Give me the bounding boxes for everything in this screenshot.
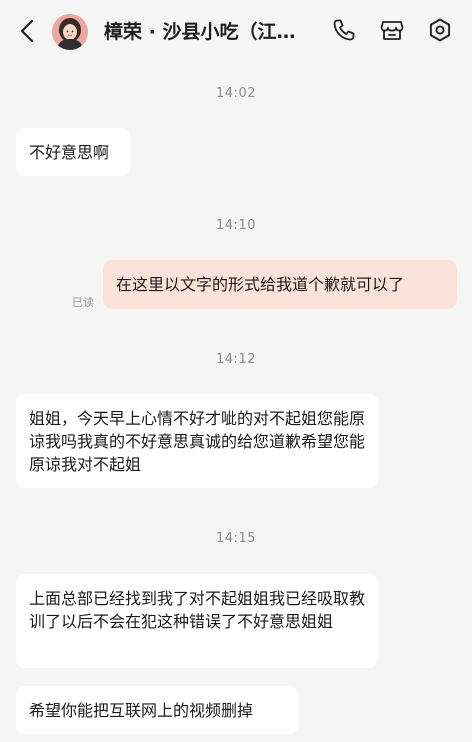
timestamp: 14:10: [216, 218, 256, 233]
message-bubble-received[interactable]: 希望你能把互联网上的视频删掉: [16, 686, 298, 734]
gear-icon: [427, 17, 453, 47]
message-bubble-received[interactable]: 不好意思啊: [16, 128, 130, 176]
avatar[interactable]: [52, 14, 88, 50]
message-text: 不好意思啊: [29, 143, 110, 162]
message-bubble-received[interactable]: 上面总部已经找到我了对不起姐姐我已经吸取教训了以后不会在犯这种错误了不好意思姐姐: [16, 574, 378, 668]
message-text: 姐姐，今天早上心情不好才呲的对不起姐您能原谅我吗我真的不好意思真诚的给您道歉希望…: [29, 409, 366, 474]
shop-name[interactable]: 樟荣 · 沙县小吃（江…: [104, 18, 314, 46]
message-bubble-received[interactable]: 姐姐，今天早上心情不好才呲的对不起姐您能原谅我吗我真的不好意思真诚的给您道歉希望…: [16, 394, 378, 488]
back-button[interactable]: [12, 16, 42, 50]
read-status: 已读: [72, 296, 94, 309]
settings-button[interactable]: [424, 16, 456, 48]
chat-screen: 樟荣 · 沙县小吃（江… 14:02 不好意思啊 14:10 在这里以文字的形式…: [0, 0, 472, 742]
message-bubble-sent[interactable]: 在这里以文字的形式给我道个歉就可以了: [103, 260, 457, 309]
message-text: 上面总部已经找到我了对不起姐姐我已经吸取教训了以后不会在犯这种错误了不好意思姐姐: [29, 589, 366, 631]
message-text: 希望你能把互联网上的视频删掉: [29, 701, 254, 720]
chat-header: 樟荣 · 沙县小吃（江…: [0, 0, 472, 64]
timestamp: 14:12: [216, 352, 256, 367]
store-button[interactable]: [376, 16, 408, 48]
avatar-image: [52, 14, 88, 50]
call-button[interactable]: [328, 16, 360, 48]
message-text: 在这里以文字的形式给我道个歉就可以了: [116, 275, 405, 294]
timestamp: 14:02: [216, 86, 256, 101]
store-icon: [379, 17, 405, 47]
timestamp: 14:15: [216, 531, 256, 546]
chevron-left-icon: [20, 19, 34, 47]
phone-icon: [331, 17, 357, 47]
